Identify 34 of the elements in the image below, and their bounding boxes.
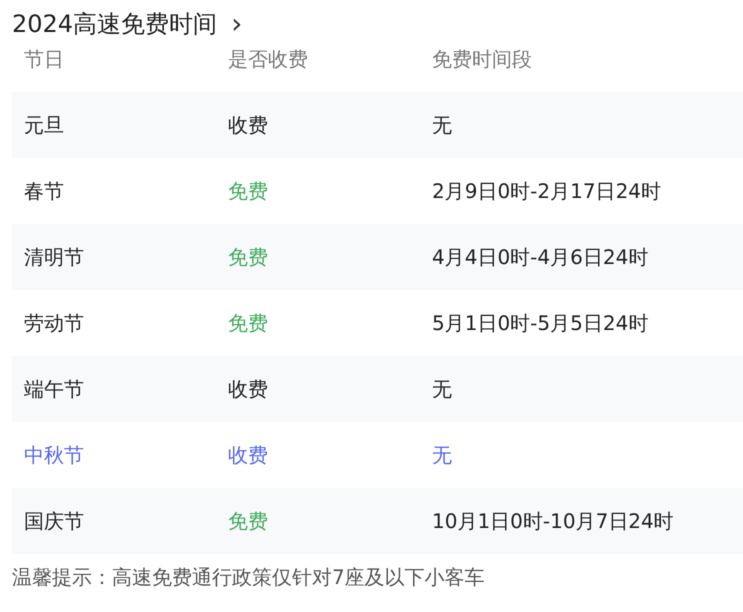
table-cell-text: 端午节 xyxy=(23,376,85,402)
table-row[interactable]: 春节 免费 2月9日0时-2月17日24时 xyxy=(12,158,743,224)
table-cell-text: 2月9日0时-2月17日24时 xyxy=(431,178,662,204)
table-cell-text: 春节 xyxy=(23,178,65,204)
table-cell-text: 收费 xyxy=(227,376,269,402)
table-cell-text: 国庆节 xyxy=(23,508,85,534)
table-cell-text: 4月4日0时-4月6日24时 xyxy=(431,244,650,270)
column-header: 是否收费 xyxy=(227,46,309,73)
column-header: 节日 xyxy=(23,46,65,73)
table-cell-text: 免费 xyxy=(227,310,269,336)
table-cell-text: 中秋节 xyxy=(23,442,85,468)
table-cell-text: 免费 xyxy=(227,508,269,534)
table-row[interactable]: 中秋节 收费 无 xyxy=(12,422,743,488)
table-cell-text: 5月1日0时-5月5日24时 xyxy=(431,310,650,336)
table-cell-text: 10月1日0时-10月7日24时 xyxy=(431,508,675,534)
section-title[interactable]: 2024高速免费时间 xyxy=(12,8,218,40)
table-cell-text: 免费 xyxy=(227,244,269,270)
table-row[interactable]: 端午节 收费 无 xyxy=(12,356,743,422)
chevron-right-icon[interactable]: › xyxy=(231,10,242,38)
table-cell-text: 元旦 xyxy=(23,112,65,138)
tip-text: 温馨提示：高速免费通行政策仅针对7座及以下小客车 xyxy=(11,564,486,591)
table-row[interactable]: 劳动节 免费 5月1日0时-5月5日24时 xyxy=(12,290,743,356)
table-cell-text: 清明节 xyxy=(23,244,85,270)
table-cell-text: 收费 xyxy=(227,442,269,468)
table-cell-text: 无 xyxy=(431,376,453,402)
table-cell-text: 收费 xyxy=(227,112,269,138)
table-cell-text: 无 xyxy=(431,112,453,138)
column-header: 免费时间段 xyxy=(431,46,533,73)
table-row[interactable]: 清明节 免费 4月4日0时-4月6日24时 xyxy=(12,224,743,290)
table-cell-text: 免费 xyxy=(227,178,269,204)
table-row[interactable]: 元旦 收费 无 xyxy=(12,92,743,158)
table-row[interactable]: 国庆节 免费 10月1日0时-10月7日24时 xyxy=(12,488,743,554)
table-cell-text: 劳动节 xyxy=(23,310,85,336)
table-cell-text: 无 xyxy=(431,442,453,468)
